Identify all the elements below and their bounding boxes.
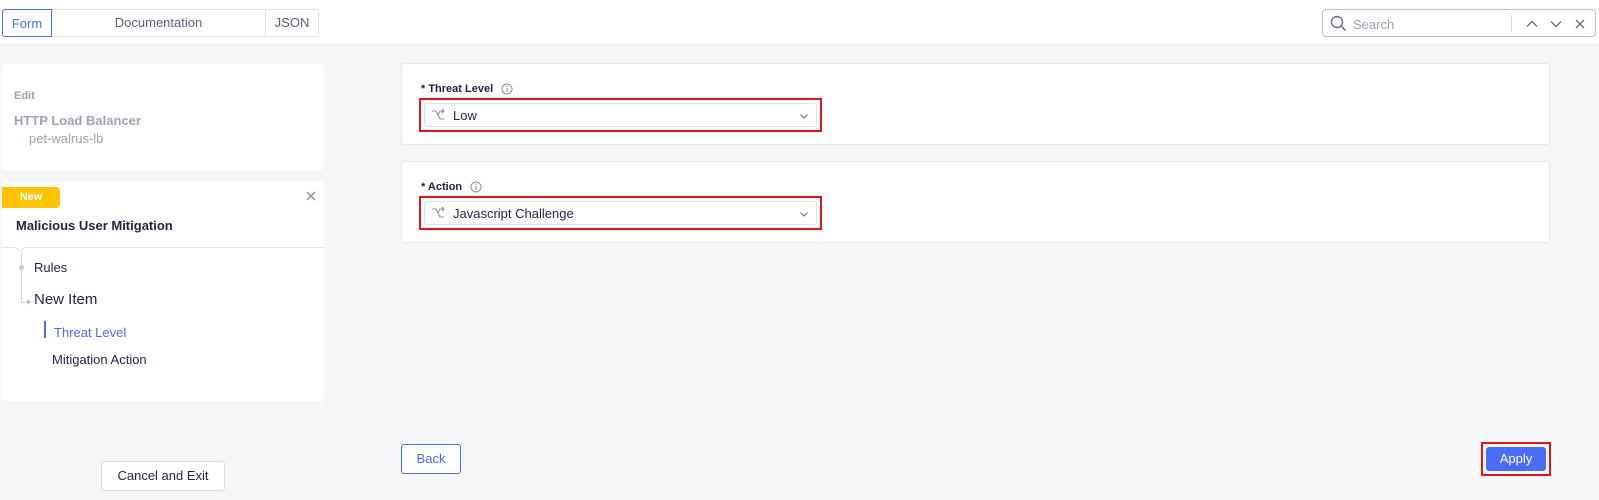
highlight-box: Apply — [1481, 442, 1551, 476]
tab-json[interactable]: JSON — [266, 10, 318, 36]
tree-line — [21, 253, 22, 303]
action-value: Javascript Challenge — [453, 206, 574, 221]
chevron-down-icon — [800, 212, 808, 217]
threat-level-value: Low — [453, 108, 477, 123]
close-icon[interactable] — [1571, 15, 1589, 33]
cancel-and-exit-button[interactable]: Cancel and Exit — [101, 461, 225, 491]
section-nav-card: New Malicious User Mitigation Rules New … — [2, 181, 324, 401]
divider — [2, 247, 324, 248]
chevron-down-icon — [800, 114, 808, 119]
search-input[interactable] — [1353, 14, 1503, 34]
threat-level-section: * Threat Level Low — [401, 63, 1550, 145]
search-separator — [1511, 15, 1512, 32]
nav-item-new-item[interactable]: New Item — [34, 291, 97, 308]
tab-documentation[interactable]: Documentation — [52, 10, 266, 36]
nav-item-rules[interactable]: Rules — [34, 260, 67, 275]
threat-level-label: * Threat Level — [421, 83, 494, 95]
action-label: * Action — [421, 181, 463, 193]
selected-indicator — [44, 321, 46, 338]
action-section: * Action Javascript Challenge — [401, 161, 1550, 243]
tree-node-dot — [19, 265, 24, 270]
chevron-down-icon[interactable] — [1547, 15, 1565, 33]
object-type-title: HTTP Load Balancer — [14, 113, 141, 128]
edit-card: Edit HTTP Load Balancer pet-walrus-lb — [2, 64, 324, 170]
highlight-box: Low — [419, 98, 822, 132]
new-badge: New — [2, 187, 60, 208]
object-name: pet-walrus-lb — [29, 131, 104, 146]
tab-form[interactable]: Form — [2, 9, 52, 37]
back-button[interactable]: Back — [401, 444, 461, 474]
view-tabs: Form Documentation JSON — [2, 9, 319, 37]
highlight-box: Javascript Challenge — [419, 196, 822, 230]
apply-button[interactable]: Apply — [1486, 447, 1546, 471]
chevron-up-icon[interactable] — [1523, 15, 1541, 33]
info-icon[interactable] — [501, 83, 513, 95]
edit-label: Edit — [14, 90, 35, 102]
info-icon[interactable] — [470, 181, 482, 193]
tree-arrow-icon — [27, 299, 31, 305]
action-select[interactable]: Javascript Challenge — [424, 201, 817, 225]
search-icon — [1330, 15, 1347, 32]
divider-notch — [15, 247, 25, 253]
search-box — [1322, 9, 1596, 37]
nav-item-mitigation-action[interactable]: Mitigation Action — [52, 352, 147, 367]
nav-title: Malicious User Mitigation — [16, 218, 173, 233]
route-icon — [432, 108, 445, 120]
close-icon[interactable] — [304, 189, 318, 203]
threat-level-select[interactable]: Low — [424, 103, 817, 127]
nav-item-threat-level[interactable]: Threat Level — [54, 325, 126, 340]
top-bar: Form Documentation JSON — [0, 0, 1599, 45]
route-icon — [432, 206, 445, 218]
